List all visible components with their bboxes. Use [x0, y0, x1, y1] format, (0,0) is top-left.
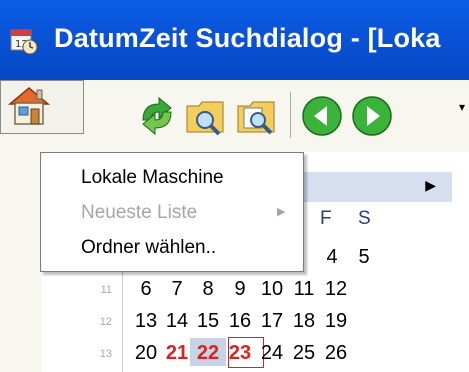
calendar-day[interactable]: 19	[322, 310, 350, 333]
home-dropdown-menu: Lokale Maschine Neueste Liste ▶ Ordner w…	[40, 152, 304, 272]
calendar-day[interactable]: 7	[163, 278, 191, 301]
menu-item-local-machine[interactable]: Lokale Maschine	[81, 167, 224, 189]
calendar-day[interactable]: 8	[194, 278, 222, 301]
home-icon	[7, 87, 51, 125]
calendar-day[interactable]: 24	[258, 342, 286, 365]
calendar-day-highlighted[interactable]: 21	[163, 342, 191, 365]
calendar-day[interactable]: 14	[163, 310, 191, 333]
weekday-friday: F	[320, 208, 332, 229]
calendar-day[interactable]: 15	[194, 310, 222, 333]
search-folder-icon[interactable]	[183, 94, 227, 138]
forward-arrow-icon[interactable]	[350, 94, 394, 138]
submenu-arrow-icon: ▶	[277, 205, 286, 218]
calendar-day[interactable]: 25	[290, 342, 318, 365]
calendar-day[interactable]: 5	[350, 246, 378, 269]
calendar-day[interactable]: 16	[226, 310, 254, 333]
weekday-saturday: S	[358, 208, 371, 229]
calendar-day[interactable]: 9	[226, 278, 254, 301]
calendar-day-today[interactable]: 23	[226, 342, 254, 365]
chevron-down-icon[interactable]: ▾	[459, 100, 465, 114]
calendar-clock-icon: 12	[10, 29, 38, 55]
calendar-day[interactable]: 17	[258, 310, 286, 333]
title-bar[interactable]: 12 DatumZeit Suchdialog - [Loka	[0, 0, 469, 80]
menu-item-choose-folder[interactable]: Ordner wählen..	[81, 237, 216, 259]
toolbar: ▾	[0, 80, 469, 152]
calendar-day-selected[interactable]: 22	[194, 342, 222, 365]
menu-item-recent-list: Neueste Liste	[81, 202, 198, 223]
search-document-icon[interactable]	[234, 94, 278, 138]
calendar-day[interactable]: 12	[322, 278, 350, 301]
refresh-icon[interactable]	[135, 94, 179, 138]
calendar-day[interactable]: 20	[132, 342, 160, 365]
calendar-day[interactable]: 4	[318, 246, 346, 269]
calendar-day[interactable]: 11	[290, 278, 318, 301]
calendar-day[interactable]: 6	[132, 278, 160, 301]
back-arrow-icon[interactable]	[300, 94, 344, 138]
week-number: 12	[99, 316, 112, 328]
calendar-day[interactable]: 10	[258, 278, 286, 301]
calendar-day[interactable]: 26	[322, 342, 350, 365]
week-column-divider	[122, 272, 123, 372]
home-dropdown-button[interactable]: ▾	[0, 80, 465, 134]
calendar-day[interactable]: 13	[132, 310, 160, 333]
window-title: DatumZeit Suchdialog - [Loka	[54, 23, 441, 53]
toolbar-separator	[290, 92, 291, 138]
calendar-day[interactable]: 18	[290, 310, 318, 333]
left-panel-strip	[0, 152, 42, 372]
week-number: 13	[99, 348, 112, 360]
week-number: 11	[100, 284, 112, 296]
next-month-icon[interactable]: ▶	[425, 178, 436, 194]
application-window: 12 DatumZeit Suchdialog - [Loka ▾ ▶ F S …	[0, 0, 469, 372]
